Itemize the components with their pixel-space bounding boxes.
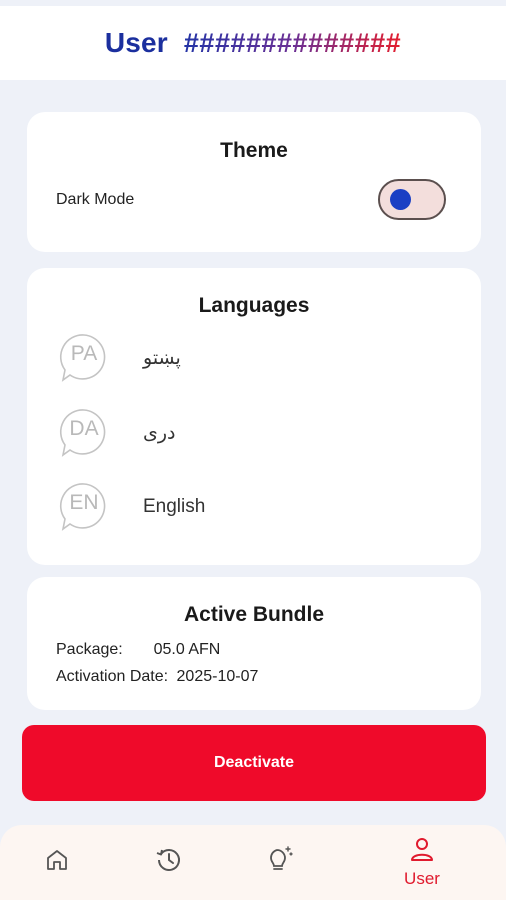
languages-title: Languages	[198, 294, 310, 317]
user-icon	[411, 838, 433, 861]
user-id-masked: ##############	[183, 27, 402, 58]
bundle-title: Active Bundle	[183, 603, 325, 626]
app-header: User ##############	[0, 6, 506, 80]
package-label: Package:	[56, 641, 123, 658]
home-icon	[47, 850, 67, 870]
package-row: Package: 05.0 AFN	[56, 641, 220, 659]
language-option-english[interactable]: EN English	[58, 480, 205, 534]
package-value: 05.0 AFN	[153, 641, 221, 658]
history-icon	[156, 849, 180, 871]
deactivate-button[interactable]: Deactivate	[22, 725, 486, 801]
dark-mode-toggle[interactable]	[378, 179, 446, 220]
languages-card: Languages PA پښتو DA دری EN English	[27, 268, 481, 565]
language-name: دری	[143, 422, 176, 444]
app-root: User ############## Theme Dark Mode Lang…	[0, 0, 506, 900]
page-title: User	[104, 27, 168, 58]
chat-bubble-icon: DA	[58, 407, 110, 459]
language-code: EN	[69, 491, 99, 514]
chat-bubble-icon: PA	[58, 332, 110, 384]
theme-title: Theme	[220, 139, 288, 162]
active-bundle-card: Active Bundle Package: 05.0 AFN Activati…	[27, 577, 481, 710]
language-name: English	[143, 496, 206, 517]
theme-card: Theme Dark Mode	[27, 112, 481, 252]
nav-tips[interactable]	[243, 825, 313, 900]
language-code: DA	[69, 417, 99, 440]
nav-home[interactable]	[22, 825, 92, 900]
bottom-navigation: User	[0, 825, 506, 900]
language-option-pashto[interactable]: PA پښتو	[58, 331, 181, 385]
language-name: پښتو	[143, 347, 181, 369]
toggle-knob	[390, 189, 411, 210]
dark-mode-label: Dark Mode	[56, 191, 135, 208]
nav-user[interactable]: User	[387, 825, 457, 900]
nav-user-label: User	[404, 869, 440, 888]
activation-label: Activation Date:	[56, 668, 169, 685]
lightbulb-icon	[270, 846, 293, 870]
activation-row: Activation Date: 2025-10-07	[56, 668, 258, 686]
nav-history[interactable]	[134, 825, 204, 900]
chat-bubble-icon: EN	[58, 481, 110, 533]
language-code: PA	[70, 342, 98, 365]
activation-value: 2025-10-07	[176, 668, 259, 685]
language-option-dari[interactable]: DA دری	[58, 406, 176, 460]
